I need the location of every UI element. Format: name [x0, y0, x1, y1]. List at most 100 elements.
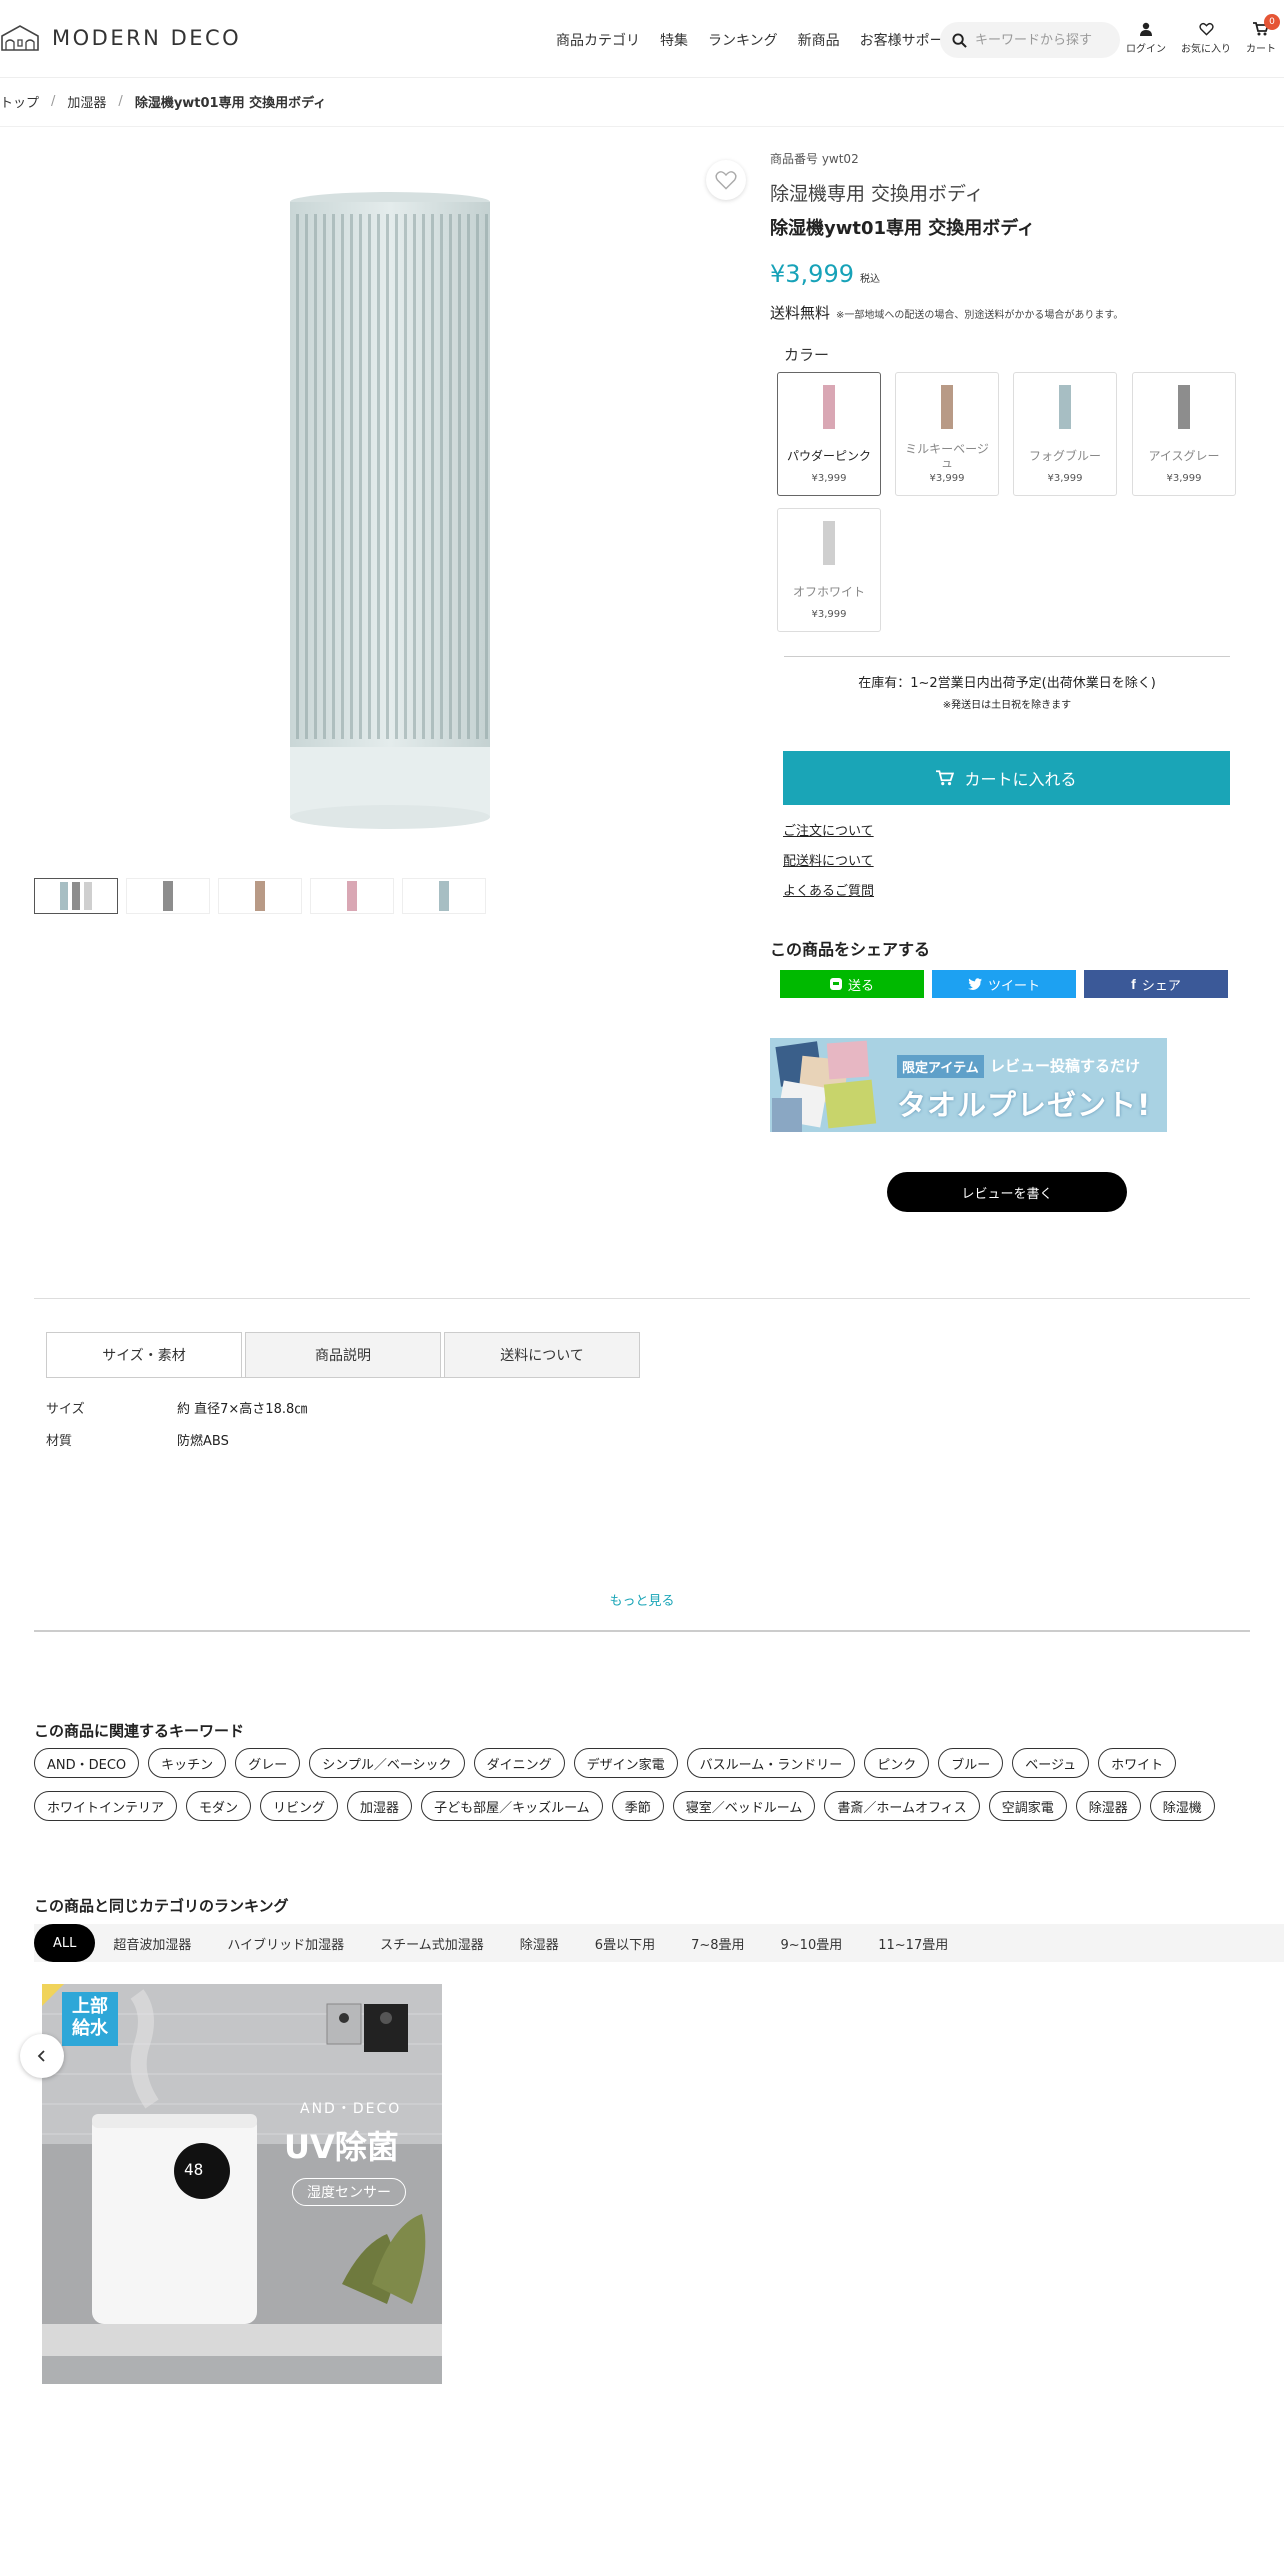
body-slat: [404, 214, 407, 739]
ranking-tab[interactable]: 6畳以下用: [577, 1924, 673, 1962]
keyword-tag[interactable]: 寝室／ベッドルーム: [672, 1791, 816, 1821]
nav-ranking[interactable]: ランキング: [708, 30, 778, 50]
ranking-tab[interactable]: 9~10畳用: [763, 1924, 861, 1962]
corner-ribbon: [42, 1984, 64, 2006]
share-buttons: 送る ツイート f シェア: [780, 970, 1228, 998]
ranking-tab[interactable]: ハイブリッド加湿器: [209, 1924, 362, 1962]
color-name: ミルキーベージュ: [905, 441, 989, 470]
nav-new[interactable]: 新商品: [798, 30, 840, 50]
keyword-tag[interactable]: デザイン家電: [573, 1748, 678, 1778]
chevron-left-icon: [37, 2050, 45, 2062]
keyword-tag[interactable]: ベージュ: [1012, 1748, 1090, 1778]
keyword-tag[interactable]: 除湿機: [1149, 1791, 1215, 1821]
breadcrumb-separator: /: [118, 94, 123, 109]
keyword-tag[interactable]: バスルーム・ランドリー: [686, 1748, 856, 1778]
color-option-milky-beige[interactable]: ミルキーベージュ ¥3,999: [895, 372, 999, 496]
product-main-image[interactable]: [270, 190, 510, 835]
ranking-item-image[interactable]: 上部 給水 48 AND・DECO UV除菌 湿度センサー: [42, 1984, 442, 2384]
towel-present-banner[interactable]: 限定アイテム レビュー投稿するだけ タオルプレゼント!: [770, 1038, 1167, 1132]
price-tax-label: 税込: [859, 274, 880, 285]
user-icon: [1140, 22, 1152, 36]
keyword-tag[interactable]: リビング: [260, 1791, 339, 1821]
keyword-tag[interactable]: ブルー: [938, 1748, 1004, 1778]
ranking-tab-all[interactable]: ALL: [34, 1924, 96, 1962]
keyword-tag[interactable]: ホワイト: [1098, 1748, 1177, 1778]
keyword-tag[interactable]: 除湿器: [1075, 1791, 1141, 1821]
thumbnail-all-colors[interactable]: [34, 878, 118, 914]
facebook-share-label: シェア: [1141, 978, 1181, 994]
keyword-tag[interactable]: モダン: [186, 1791, 252, 1821]
keywords-title: この商品に関連するキーワード: [34, 1722, 245, 1740]
keyword-tag[interactable]: 子ども部屋／キッズルーム: [421, 1791, 603, 1821]
keyword-row-2: ホワイトインテリア モダン リビング 加湿器 子ども部屋／キッズルーム 季節 寝…: [34, 1791, 1215, 1821]
spec-row-size: サイズ 約 直径7×高さ18.8㎝: [46, 1398, 307, 1417]
cart-link[interactable]: カート 0: [1246, 14, 1280, 55]
shipping-fee-link[interactable]: 配送料について: [783, 850, 874, 869]
keyword-tag[interactable]: 書斎／ホームオフィス: [824, 1791, 980, 1821]
thumbnail-blue[interactable]: [402, 878, 486, 914]
keyword-tag[interactable]: AND・DECO: [34, 1748, 140, 1778]
thumbnail-pink[interactable]: [310, 878, 394, 914]
color-option-off-white[interactable]: オフホワイト ¥3,999: [777, 508, 881, 632]
keyword-tag[interactable]: ピンク: [864, 1748, 930, 1778]
nav-category[interactable]: 商品カテゴリ: [556, 30, 640, 50]
color-option-ice-gray[interactable]: アイスグレー ¥3,999: [1132, 372, 1236, 496]
favorite-button[interactable]: [706, 160, 746, 200]
product-title: 除湿機ywt01専用 交換用ボディ: [770, 218, 1036, 239]
color-option-powder-pink[interactable]: パウダーピンク ¥3,999: [777, 372, 881, 496]
add-to-cart-button[interactable]: カートに入れる: [783, 751, 1230, 805]
ranking-tab[interactable]: 11~17畳用: [860, 1924, 966, 1962]
login-link[interactable]: ログイン: [1126, 22, 1166, 55]
nav-feature[interactable]: 特集: [660, 30, 688, 50]
body-slat: [467, 214, 470, 739]
order-info-link[interactable]: ご注文について: [783, 820, 874, 839]
line-share-button[interactable]: 送る: [780, 970, 924, 998]
breadcrumb-top[interactable]: トップ: [0, 92, 39, 111]
color-thumbnail: [1160, 381, 1208, 433]
share-title: この商品をシェアする: [770, 940, 931, 959]
body-slat: [296, 214, 299, 739]
site-logo[interactable]: MODERN DECO: [0, 24, 241, 52]
body-slat: [449, 214, 452, 739]
keyword-tag[interactable]: シンプル／ベーシック: [309, 1748, 465, 1778]
logo-text: MODERN DECO: [52, 26, 242, 50]
body-slat: [314, 214, 317, 739]
product-subtitle: 除湿機専用 交換用ボディ: [770, 183, 984, 205]
search-icon[interactable]: [952, 32, 967, 48]
color-price: ¥3,999: [1047, 473, 1083, 484]
breadcrumb-category[interactable]: 加湿器: [67, 92, 106, 111]
twitter-share-button[interactable]: ツイート: [932, 970, 1076, 998]
carousel-prev-button[interactable]: [20, 2034, 64, 2078]
spec-value: 約 直径7×高さ18.8㎝: [177, 1402, 308, 1417]
thumbnail-beige[interactable]: [218, 878, 302, 914]
body-slat: [341, 214, 344, 739]
keyword-tag[interactable]: キッチン: [148, 1748, 227, 1778]
faq-link[interactable]: よくあるご質問: [783, 880, 874, 899]
keyword-tag[interactable]: 空調家電: [988, 1791, 1067, 1821]
tab-shipping[interactable]: 送料について: [444, 1332, 640, 1378]
thumbnail-strip: [34, 878, 486, 914]
color-option-fog-blue[interactable]: フォグブルー ¥3,999: [1013, 372, 1117, 496]
search-box: [940, 22, 1120, 58]
body-slat: [395, 214, 398, 739]
search-input[interactable]: [975, 32, 1105, 48]
keyword-tag[interactable]: グレー: [235, 1748, 301, 1778]
ranking-tab[interactable]: 超音波加湿器: [95, 1924, 209, 1962]
facebook-share-button[interactable]: f シェア: [1084, 970, 1228, 998]
keyword-tag[interactable]: ホワイトインテリア: [34, 1791, 178, 1821]
keyword-tag[interactable]: 季節: [611, 1791, 664, 1821]
ranking-tab[interactable]: 7~8畳用: [673, 1924, 762, 1962]
tab-size-material[interactable]: サイズ・素材: [46, 1332, 242, 1378]
keyword-tag[interactable]: 加湿器: [347, 1791, 413, 1821]
write-review-button[interactable]: レビューを書く: [887, 1172, 1127, 1212]
product-sku: 商品番号 ywt02: [770, 152, 859, 166]
section-divider: [34, 1630, 1250, 1632]
keyword-tag[interactable]: ダイニング: [473, 1748, 565, 1778]
thumbnail-gray[interactable]: [126, 878, 210, 914]
facebook-icon: f: [1131, 976, 1136, 992]
ranking-tab[interactable]: 除湿器: [502, 1924, 577, 1962]
show-more-link[interactable]: もっと見る: [0, 1590, 1284, 1609]
ranking-tab[interactable]: スチーム式加湿器: [362, 1924, 502, 1962]
tab-description[interactable]: 商品説明: [245, 1332, 441, 1378]
favorites-link[interactable]: お気に入り: [1181, 22, 1231, 55]
